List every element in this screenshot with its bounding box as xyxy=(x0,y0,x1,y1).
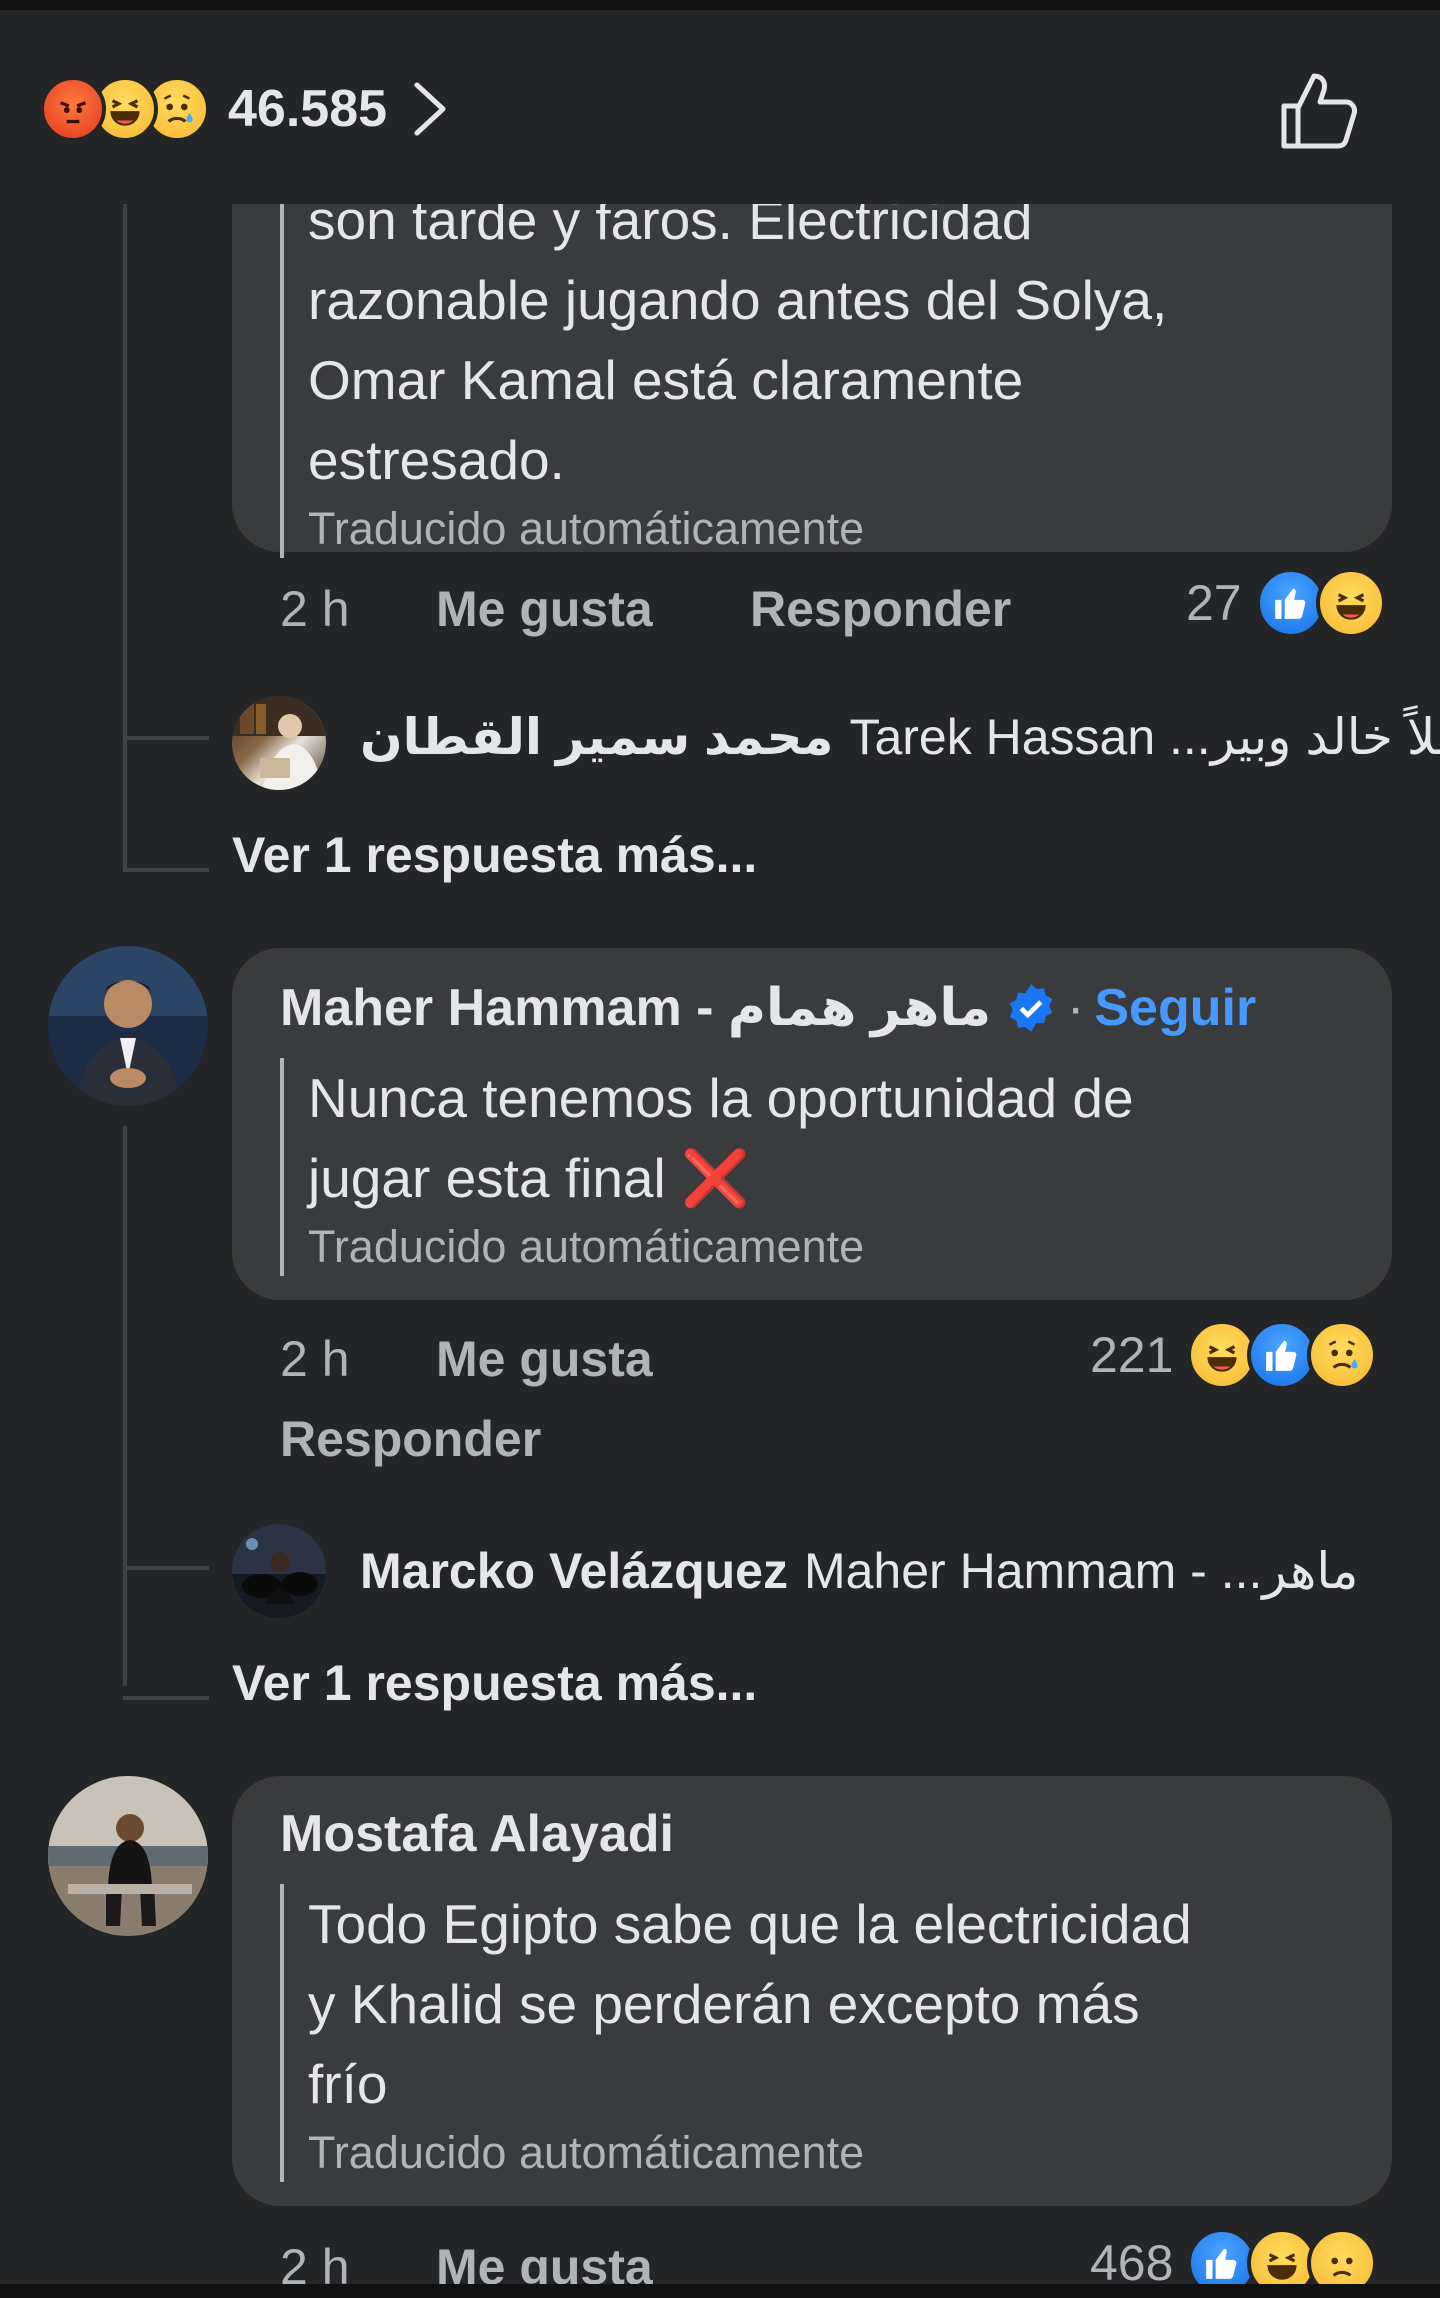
haha-icon xyxy=(1315,568,1386,638)
chevron-right-icon[interactable] xyxy=(409,79,453,139)
reaction-count: 221 xyxy=(1090,1327,1174,1383)
thread-line xyxy=(123,1126,127,1686)
comment-author[interactable]: Maher Hammam - ماهر همام xyxy=(280,978,991,1038)
reply-preview[interactable]: محمد سمير القطان Tarek Hassan ...فعلاً خ… xyxy=(360,708,1440,766)
navigation-strip xyxy=(0,2284,1440,2298)
translated-quote: Nunca tenemos la oportunidad de jugar es… xyxy=(280,1058,1360,1276)
thread-connector xyxy=(123,868,209,872)
comment-author-row: Mostafa Alayadi xyxy=(280,1804,674,1864)
comment-text-line: Omar Kamal está claramente xyxy=(308,349,1024,411)
comment-author[interactable]: Mostafa Alayadi xyxy=(280,1804,674,1864)
translated-label: Traducido automáticamente xyxy=(308,2127,865,2178)
total-reaction-count[interactable]: 46.585 xyxy=(228,79,387,139)
reaction-summary[interactable]: 27 xyxy=(1186,568,1386,638)
reply-author[interactable]: محمد سمير القطان xyxy=(360,708,833,766)
thread-connector xyxy=(123,1696,209,1700)
comment-text-line: frío xyxy=(308,2053,388,2115)
like-thumb-icon[interactable] xyxy=(1278,68,1362,152)
avatar[interactable] xyxy=(232,1524,326,1618)
status-strip xyxy=(0,0,1440,10)
comment-text-line: y Khalid se perderán excepto más xyxy=(308,1973,1140,2035)
reply-button[interactable]: Responder xyxy=(750,580,1011,638)
reaction-count: 27 xyxy=(1186,575,1242,631)
follow-button[interactable]: Seguir xyxy=(1094,978,1256,1038)
avatar[interactable] xyxy=(232,696,326,790)
thread-line xyxy=(123,200,127,740)
verified-badge-icon xyxy=(1005,982,1057,1034)
thread-connector xyxy=(123,736,209,740)
like-button[interactable]: Me gusta xyxy=(436,580,653,638)
comment-text-line: Nunca tenemos la oportunidad de xyxy=(308,1067,1134,1129)
separator: · xyxy=(1067,979,1085,1037)
reaction-summary-top[interactable]: 46.585 xyxy=(40,76,453,142)
reply-text: Maher Hammam - ...ماهر xyxy=(803,1543,1359,1599)
avatar[interactable] xyxy=(48,946,208,1106)
reactions-header: 46.585 xyxy=(0,10,1440,204)
comment-author-row: Maher Hammam - ماهر همام · Seguir xyxy=(280,978,1256,1038)
translated-label: Traducido automáticamente xyxy=(308,1221,865,1272)
comment-text-line: jugar esta final ❌ xyxy=(308,1147,750,1209)
comment-time: 2 h xyxy=(280,1331,350,1387)
like-button[interactable]: Me gusta xyxy=(436,1330,653,1388)
comment-text-line: Todo Egipto sabe que la electricidad xyxy=(308,1893,1192,1955)
translated-quote: son tarde y faros. Electricidad razonabl… xyxy=(280,180,1360,558)
translated-label: Traducido automáticamente xyxy=(308,503,865,554)
reply-preview[interactable]: Marcko Velázquez Maher Hammam - ...ماهر xyxy=(360,1542,1358,1600)
reply-button[interactable]: Responder xyxy=(280,1410,541,1468)
reaction-summary[interactable]: 221 xyxy=(1090,1320,1378,1390)
comment-bubble[interactable]: Maher Hammam - ماهر همام · Seguir Nunca … xyxy=(232,948,1392,1300)
view-more-replies[interactable]: Ver 1 respuesta más... xyxy=(232,1654,757,1712)
comment-bubble[interactable]: Mostafa Alayadi Todo Egipto sabe que la … xyxy=(232,1776,1392,2206)
sad-icon xyxy=(1307,1320,1378,1390)
comment-text-line: estresado. xyxy=(308,429,565,491)
translated-quote: Todo Egipto sabe que la electricidad y K… xyxy=(280,1884,1370,2182)
thread-line xyxy=(123,740,127,870)
avatar[interactable] xyxy=(48,1776,208,1936)
comment-text-line: razonable jugando antes del Solya, xyxy=(308,269,1168,331)
thread-connector xyxy=(123,1566,209,1570)
reply-text: Tarek Hassan ...فعلاً خالد وبير xyxy=(849,709,1440,765)
view-more-replies[interactable]: Ver 1 respuesta más... xyxy=(232,826,757,884)
angry-icon xyxy=(40,76,106,142)
comment-time: 2 h xyxy=(280,581,350,637)
reply-author[interactable]: Marcko Velázquez xyxy=(360,1542,788,1600)
